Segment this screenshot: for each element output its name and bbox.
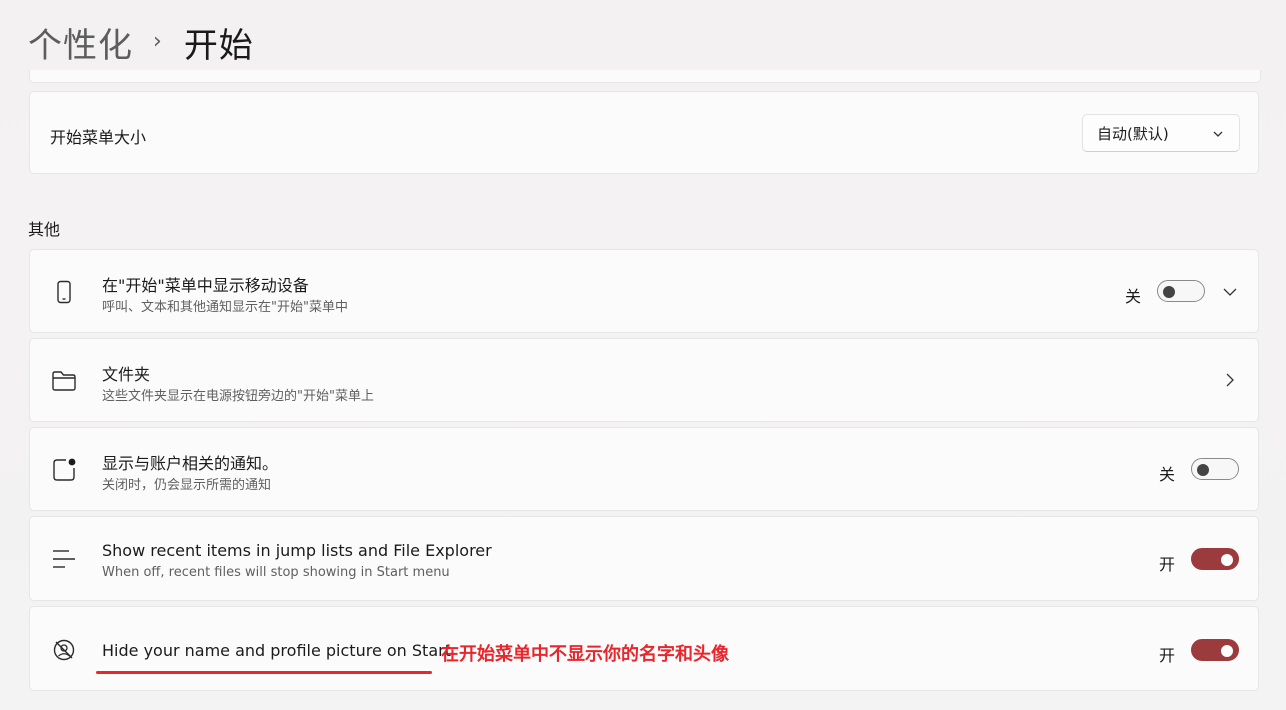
chevron-down-icon bbox=[1211, 126, 1225, 145]
toggle-state-label: 开 bbox=[1159, 555, 1176, 574]
annotation-underline bbox=[96, 671, 432, 674]
setting-row-mobile-device[interactable]: 在"开始"菜单中显示移动设备 呼叫、文本和其他通知显示在"开始"菜单中 关 bbox=[29, 249, 1259, 333]
dropdown-selected-value: 自动(默认) bbox=[1097, 124, 1169, 143]
row-title: 在"开始"菜单中显示移动设备 bbox=[102, 276, 309, 295]
setting-row-account-notifications[interactable]: 显示与账户相关的通知。 关闭时，仍会显示所需的通知 关 bbox=[29, 427, 1259, 511]
mobile-device-toggle[interactable] bbox=[1157, 280, 1205, 302]
breadcrumb: 个性化 › 开始 bbox=[28, 18, 254, 66]
recent-items-toggle[interactable] bbox=[1191, 548, 1239, 570]
start-menu-size-dropdown[interactable]: 自动(默认) bbox=[1082, 114, 1240, 152]
start-menu-size-title: 开始菜单大小 bbox=[50, 128, 147, 147]
chevron-right-icon[interactable] bbox=[1224, 372, 1236, 392]
folder-icon bbox=[50, 367, 78, 395]
start-menu-size-card: 开始菜单大小 自动(默认) bbox=[29, 91, 1259, 174]
section-other-label: 其他 bbox=[28, 220, 61, 239]
row-title: Hide your name and profile picture on St… bbox=[102, 641, 451, 660]
setting-row-folders[interactable]: 文件夹 这些文件夹显示在电源按钮旁边的"开始"菜单上 bbox=[29, 338, 1259, 422]
page-title: 开始 bbox=[183, 25, 254, 66]
row-title: 显示与账户相关的通知。 bbox=[102, 454, 279, 473]
chevron-down-icon[interactable] bbox=[1222, 284, 1238, 303]
phone-icon bbox=[50, 278, 78, 306]
row-title: 文件夹 bbox=[102, 365, 151, 384]
toggle-state-label: 开 bbox=[1159, 646, 1176, 665]
toggle-state-label: 关 bbox=[1159, 465, 1176, 484]
row-subtitle: 呼叫、文本和其他通知显示在"开始"菜单中 bbox=[102, 300, 348, 315]
account-notifications-toggle[interactable] bbox=[1191, 458, 1239, 480]
hidden-profile-icon bbox=[50, 636, 78, 664]
row-subtitle: 这些文件夹显示在电源按钮旁边的"开始"菜单上 bbox=[102, 389, 374, 404]
toggle-state-label: 关 bbox=[1125, 287, 1142, 306]
hide-profile-toggle[interactable] bbox=[1191, 639, 1239, 661]
list-icon bbox=[50, 545, 78, 573]
setting-row-recent-items[interactable]: Show recent items in jump lists and File… bbox=[29, 516, 1259, 601]
breadcrumb-parent[interactable]: 个性化 bbox=[28, 18, 133, 67]
breadcrumb-separator: › bbox=[153, 28, 162, 54]
notification-badge-icon bbox=[50, 456, 78, 484]
setting-row-hide-profile[interactable]: Hide your name and profile picture on St… bbox=[29, 606, 1259, 691]
row-subtitle: When off, recent files will stop showing… bbox=[102, 565, 450, 580]
row-title: Show recent items in jump lists and File… bbox=[102, 541, 492, 560]
scrolled-card-edge bbox=[29, 70, 1261, 83]
settings-page: 个性化 › 开始 开始菜单大小 自动(默认) 其他 在"开始"菜单中显示移动设备… bbox=[0, 0, 1286, 710]
annotation-text: 在开始菜单中不显示你的名字和头像 bbox=[441, 644, 729, 665]
row-subtitle: 关闭时，仍会显示所需的通知 bbox=[102, 478, 272, 493]
